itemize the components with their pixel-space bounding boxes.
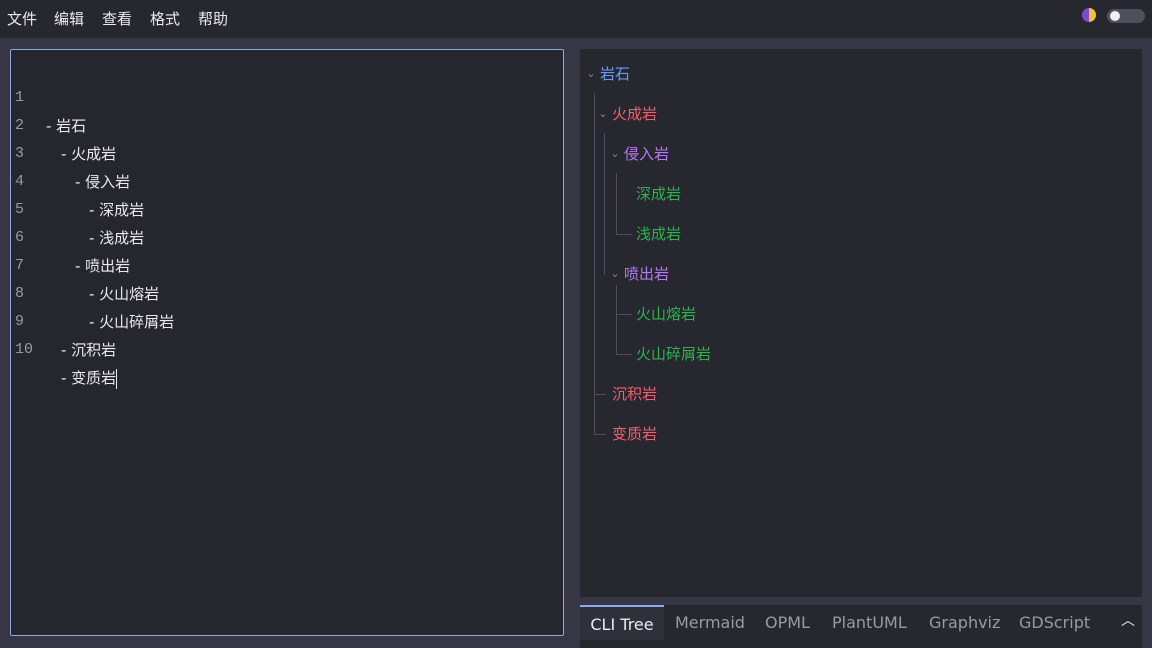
line-text: - 浅成岩 [89,229,145,247]
outline-editor[interactable]: 1 - 岩石 2 - 火成岩 3 - 侵入岩 4 - 深成岩 5 - 浅成岩 6… [10,49,564,636]
tree-preview: ⌄ 岩石 ⌄ 火成岩 ⌄ 侵入岩 深成岩 浅成岩 ⌄ 喷出岩 火山熔岩 火山碎屑… [580,49,1142,597]
tree-guide [616,234,632,235]
line-text: - 侵入岩 [75,173,131,191]
theme-icon[interactable] [1082,8,1096,22]
line-number: 10 [15,341,34,358]
line-text: - 火成岩 [61,145,117,163]
editor-line[interactable]: 4 - 深成岩 [11,140,144,219]
menu-help[interactable]: 帮助 [198,8,228,29]
theme-toggle[interactable] [1107,9,1145,23]
tree-guide [616,314,632,315]
tree-node-pyroclastic[interactable]: 火山碎屑岩 [636,342,711,366]
line-text: - 深成岩 [89,201,145,219]
editor-line[interactable]: 10 - 变质岩 [11,308,118,389]
tab-cli-tree[interactable]: CLI Tree [580,605,664,640]
node-label: 岩石 [600,65,631,83]
line-text: - 变质岩 [61,369,117,387]
node-label: 火成岩 [612,105,658,123]
text-cursor [116,368,118,389]
tree-node-hypabyssal[interactable]: 浅成岩 [636,222,681,246]
tree-node-plutonic[interactable]: 深成岩 [636,182,681,206]
line-text: - 岩石 [46,117,87,135]
tab-mermaid[interactable]: Mermaid [675,605,745,640]
tree-node-lava[interactable]: 火山熔岩 [636,302,696,326]
chevron-down-icon[interactable]: ⌄ [610,142,620,166]
editor-line[interactable]: 5 - 浅成岩 [11,168,144,247]
tab-opml[interactable]: OPML [765,605,810,640]
node-label: 喷出岩 [624,265,670,283]
tree-guide [604,133,605,275]
toggle-knob [1110,11,1120,21]
tree-guide [594,394,606,395]
menu-file[interactable]: 文件 [7,8,37,29]
tree-guide [594,93,595,435]
editor-line[interactable]: 3 - 侵入岩 [11,112,130,191]
node-label: 侵入岩 [624,145,670,163]
editor-line[interactable]: 8 - 火山碎屑岩 [11,252,174,331]
line-text: - 喷出岩 [75,257,131,275]
chevron-down-icon[interactable]: ⌄ [598,102,608,126]
chevron-down-icon[interactable]: ⌄ [610,262,620,286]
tree-guide [594,434,606,435]
tree-guide [616,173,617,235]
tab-plantuml[interactable]: PlantUML [832,605,907,640]
menu-view[interactable]: 查看 [102,8,132,29]
menu-edit[interactable]: 编辑 [54,8,84,29]
editor-line[interactable]: 9 - 沉积岩 [11,280,116,359]
tree-guide [616,354,632,355]
tree-node-sedimentary[interactable]: 沉积岩 [612,382,657,406]
menu-format[interactable]: 格式 [150,8,180,29]
chevron-up-icon[interactable]: ︿ [1118,611,1138,631]
line-text: - 火山碎屑岩 [89,313,175,331]
tab-graphviz[interactable]: Graphviz [929,605,1000,640]
line-text-with-cursor: - 变质岩 [61,364,118,392]
tree-node-metamorphic[interactable]: 变质岩 [612,422,657,446]
chevron-down-icon[interactable]: ⌄ [586,62,596,86]
editor-line[interactable]: 2 - 火成岩 [11,84,116,163]
tree-guide [616,285,617,355]
line-text: - 火山熔岩 [89,285,160,303]
menu-bar: 文件 编辑 查看 格式 帮助 [0,0,1152,38]
output-format-tabs: CLI Tree Mermaid OPML PlantUML Graphviz … [580,605,1142,648]
editor-line[interactable]: 7 - 火山熔岩 [11,224,159,303]
editor-line[interactable]: 1 - 岩石 [11,56,86,135]
tab-gdscript[interactable]: GDScript [1019,605,1090,640]
line-text: - 沉积岩 [61,341,117,359]
editor-line[interactable]: 6 - 喷出岩 [11,196,130,275]
